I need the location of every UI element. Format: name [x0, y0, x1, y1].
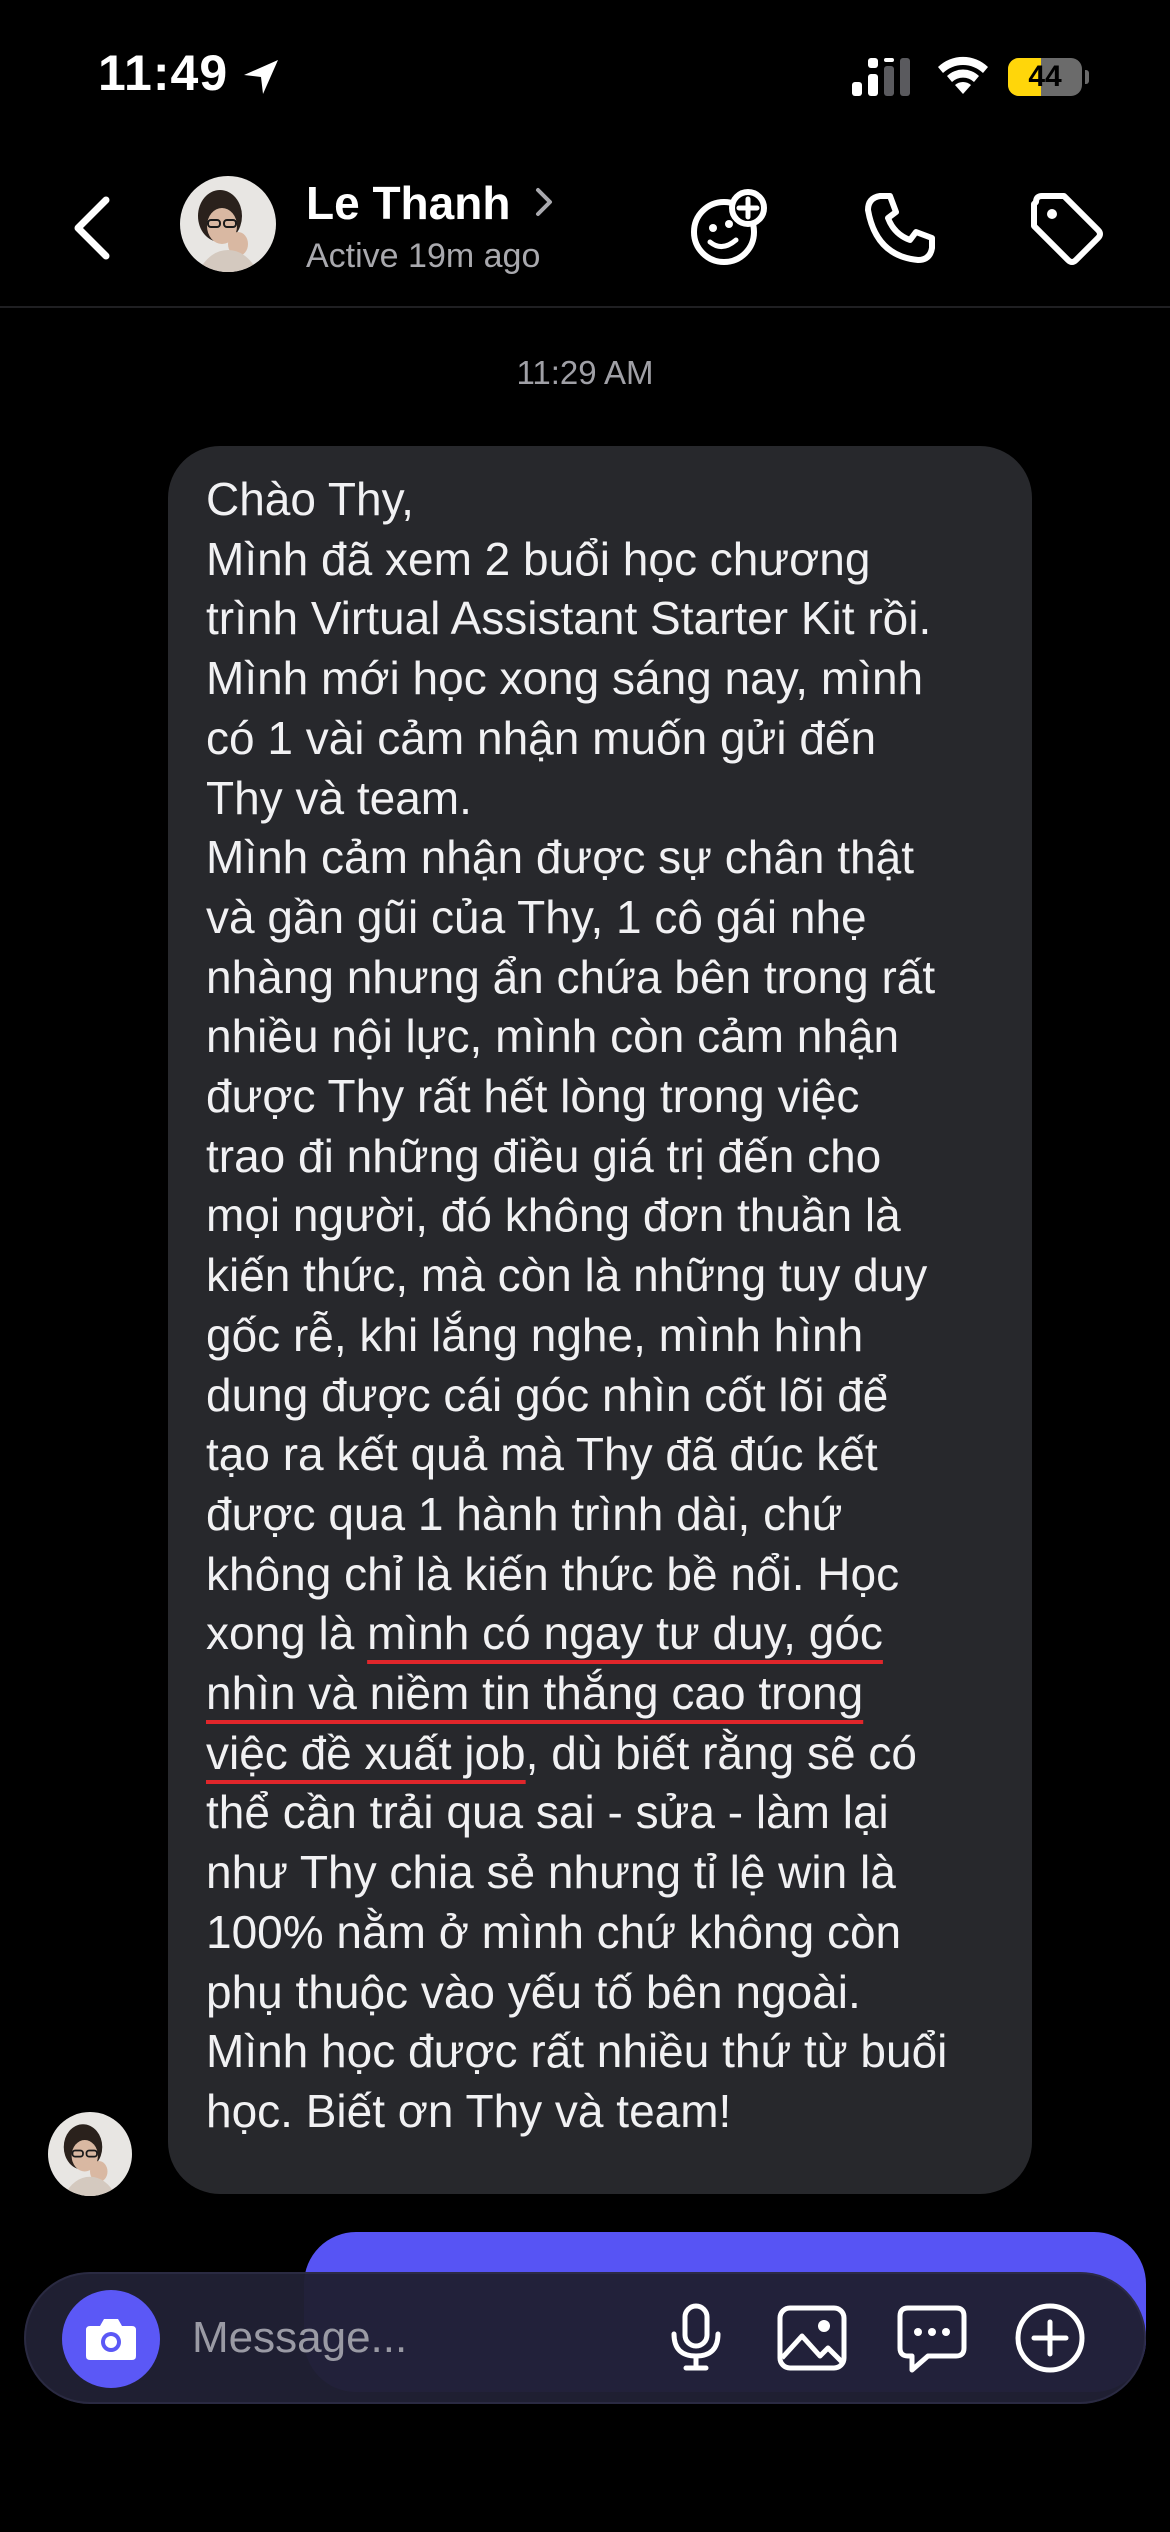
- message-text: xong là: [206, 1607, 368, 1660]
- camera-icon: [86, 2319, 136, 2360]
- cellular-signal-icon: [852, 58, 910, 96]
- message-line: dung được cái góc nhìn cốt lõi để: [206, 1368, 889, 1421]
- effects-icon: [691, 189, 767, 265]
- plus-icon: [1015, 2303, 1085, 2373]
- message-line: mọi người, đó không đơn thuần là: [206, 1189, 901, 1242]
- message-line: trình Virtual Assistant Starter Kit rồi.: [206, 592, 932, 645]
- message-input[interactable]: [168, 2302, 692, 2374]
- sticker-icon: [897, 2305, 967, 2373]
- battery-nub: [1085, 70, 1089, 84]
- message-line: 100% nằm ở mình chứ không còn: [206, 1905, 902, 1958]
- underlined-text: mình có ngay tư duy, góc: [367, 1607, 883, 1660]
- message-line: có 1 vài cảm nhận muốn gửi đến: [206, 711, 877, 764]
- location-arrow-icon: [240, 56, 282, 98]
- message-line: nhàng nhưng ẩn chứa bên trong rất: [206, 950, 936, 1003]
- status-time: 11:49: [98, 45, 229, 101]
- message-line: học. Biết ơn Thy và team!: [206, 2084, 732, 2137]
- microphone-icon: [671, 2303, 721, 2371]
- battery-percent: 44: [1028, 60, 1062, 93]
- message-line: kiến thức, mà còn là những tuy duy: [206, 1249, 928, 1302]
- gallery-button[interactable]: [774, 2300, 850, 2376]
- message-line: Mình cảm nhận được sự chân thật: [206, 831, 914, 884]
- message-line-highlighted: việc đề xuất job, dù biết rằng sẽ có: [206, 1724, 998, 1784]
- chat-header: Le Thanh Active 19m ago: [0, 150, 1170, 308]
- message-line: Mình đã xem 2 buổi học chương: [206, 532, 871, 585]
- phone-icon: [865, 193, 935, 263]
- tag-icon: [1031, 193, 1103, 265]
- underlined-text: việc đề xuất job: [206, 1726, 526, 1779]
- underlined-text: nhìn và niềm tin thắng cao trong: [206, 1667, 864, 1720]
- message-line: phụ thuộc vào yếu tố bên ngoài.: [206, 1965, 861, 2018]
- message-line-highlighted: xong là mình có ngay tư duy, góc: [206, 1604, 998, 1664]
- message-line: như Thy chia sẻ nhưng tỉ lệ win là: [206, 1846, 896, 1899]
- message-line: Mình mới học xong sáng nay, mình: [206, 652, 924, 705]
- message-line: và gần gũi của Thy, 1 cô gái nhẹ: [206, 890, 867, 943]
- message-line: Thy và team.: [206, 771, 472, 824]
- message-line: được qua 1 hành trình dài, chứ: [206, 1487, 843, 1540]
- message-line: tạo ra kết quả mà Thy đã đúc kết: [206, 1428, 878, 1481]
- message-line: Mình học được rất nhiều thứ từ buổi: [206, 2025, 948, 2078]
- message-line: Chào Thy,: [206, 473, 414, 525]
- wifi-icon: [935, 52, 991, 96]
- more-button[interactable]: [1012, 2300, 1088, 2376]
- contact-active-status: Active 19m ago: [306, 237, 541, 275]
- message-timestamp: 11:29 AM: [516, 354, 654, 391]
- message-line: nhiều nội lực, mình còn cảm nhận: [206, 1010, 900, 1063]
- message-composer: [24, 2272, 1146, 2404]
- battery-body: 44: [1008, 58, 1082, 96]
- voice-message-button[interactable]: [658, 2300, 734, 2376]
- tag-button[interactable]: [1024, 186, 1108, 270]
- message-line: được Thy rất hết lòng trong việc: [206, 1070, 860, 1123]
- sender-avatar[interactable]: [48, 2112, 132, 2196]
- effects-button[interactable]: [688, 186, 772, 270]
- message-line: thể cần trải qua sai - sửa - làm lại: [206, 1786, 889, 1839]
- chevron-right-icon[interactable]: [530, 182, 558, 222]
- message-line-highlighted: nhìn và niềm tin thắng cao trong: [206, 1664, 998, 1724]
- camera-button[interactable]: [62, 2290, 160, 2388]
- voice-call-button[interactable]: [858, 186, 942, 270]
- message-line: trao đi những điều giá trị đến cho: [206, 1129, 882, 1182]
- back-arrow-icon: [74, 196, 110, 260]
- message-line: không chỉ là kiến thức bề nổi. Học: [206, 1547, 900, 1600]
- back-button[interactable]: [62, 188, 122, 268]
- sticker-button[interactable]: [894, 2300, 970, 2376]
- incoming-message-bubble[interactable]: Chào Thy, Mình đã xem 2 buổi học chương …: [168, 446, 1032, 2194]
- battery-indicator: 44: [1008, 58, 1089, 96]
- status-bar: 11:49 44: [0, 0, 1170, 150]
- contact-name[interactable]: Le Thanh: [306, 176, 510, 230]
- contact-avatar[interactable]: [180, 176, 276, 272]
- message-line: gốc rễ, khi lắng nghe, mình hình: [206, 1308, 864, 1361]
- message-text: , dù biết rằng sẽ có: [525, 1726, 917, 1779]
- gallery-icon: [777, 2305, 847, 2371]
